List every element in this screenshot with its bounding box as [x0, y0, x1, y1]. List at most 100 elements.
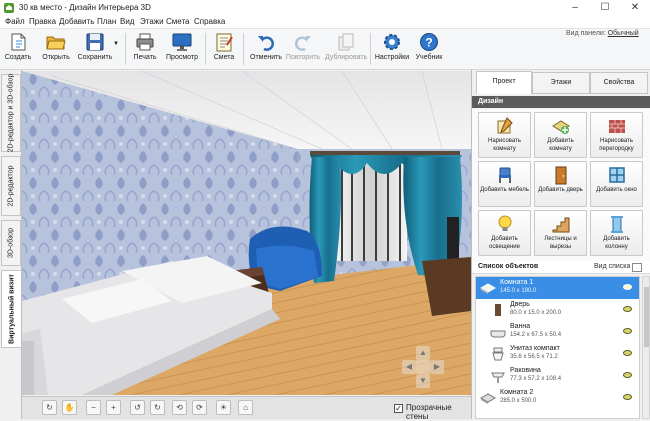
tab-project[interactable]: Проект — [476, 71, 532, 94]
folder-open-icon — [46, 36, 66, 50]
transparent-walls-checkbox[interactable]: ✓ — [394, 404, 403, 413]
tutorial-button[interactable]: ? Учебник — [412, 31, 446, 67]
3d-viewport[interactable] — [22, 71, 471, 395]
settings-label: Настройки — [374, 54, 410, 61]
pan-hand-icon[interactable]: ✋ — [62, 400, 77, 415]
visibility-eye-icon[interactable] — [623, 394, 632, 400]
save-button[interactable]: Сохранить — [76, 31, 114, 67]
add-window-button[interactable]: Добавить окно — [590, 161, 643, 207]
print-button[interactable]: Печать — [129, 31, 161, 67]
estimate-button[interactable]: Смета — [209, 31, 239, 67]
menu-floors[interactable]: Этажи — [140, 17, 164, 26]
duplicate-button[interactable]: Дублировать — [325, 31, 367, 67]
bathtub-icon — [490, 330, 506, 338]
draw-room-button[interactable]: Нарисовать комнату — [478, 112, 531, 158]
duplicate-label: Дублировать — [325, 54, 368, 61]
view-panel-value[interactable]: Обычный — [608, 30, 639, 37]
visibility-eye-icon[interactable] — [623, 350, 632, 356]
lightbulb-icon — [498, 215, 511, 231]
add-column-label: Добавить колонну — [603, 236, 630, 250]
tab-virtual-visit[interactable]: Виртуальный визит — [1, 270, 21, 348]
menu-file[interactable]: Файл — [5, 17, 25, 26]
add-room-icon — [551, 120, 570, 134]
object-list-scrollbar[interactable] — [642, 276, 650, 419]
menu-view[interactable]: Вид — [120, 17, 134, 26]
menu-help[interactable]: Справка — [194, 17, 225, 26]
visibility-eye-icon[interactable] — [623, 372, 632, 378]
orbit-right-icon[interactable]: ⟳ — [192, 400, 207, 415]
rotate-right-icon[interactable]: ↻ — [150, 400, 165, 415]
add-furniture-button[interactable]: Добавить мебель — [478, 161, 531, 207]
gear-icon — [384, 34, 400, 50]
maximize-button[interactable]: ☐ — [590, 0, 620, 16]
rotate-left-icon[interactable]: ↺ — [130, 400, 145, 415]
open-label: Открыть — [42, 54, 70, 61]
object-name: Комната 2 — [500, 389, 534, 396]
draw-room-icon — [497, 117, 513, 134]
menu-plan[interactable]: План — [97, 17, 116, 26]
rotate-360-icon[interactable]: ↻ — [42, 400, 57, 415]
settings-button[interactable]: Настройки — [374, 31, 410, 67]
open-button[interactable]: Открыть — [38, 31, 74, 67]
preview-label: Просмотр — [166, 54, 198, 61]
save-dropdown-arrow[interactable]: ▼ — [113, 31, 121, 67]
object-list[interactable]: Комната 1 145.0 x 190.0 Дверь 80.0 x 15.… — [475, 276, 640, 419]
tab-2d-3d[interactable]: 2D-редактор и 3D-обзор — [1, 74, 21, 152]
nav-left-arrow-icon[interactable]: ◀ — [402, 360, 416, 374]
add-window-label: Добавить окно — [596, 187, 637, 193]
visibility-eye-icon[interactable] — [623, 284, 632, 290]
object-dims: 285.0 x 500.0 — [500, 398, 537, 404]
minimize-button[interactable]: – — [560, 0, 590, 16]
add-door-button[interactable]: Добавить дверь — [534, 161, 587, 207]
home-view-icon[interactable]: ⌂ — [238, 400, 253, 415]
stairs-icon — [552, 217, 569, 233]
menu-estimate[interactable]: Смета — [166, 17, 189, 26]
tab-2d-3d-label: 2D-редактор и 3D-обзор — [7, 73, 15, 153]
list-item[interactable]: Комната 1 145.0 x 190.0 — [476, 277, 639, 299]
viewport-bottom-bar: ↻ ✋ − + ↺ ↻ ⟲ ⟳ ☀ ⌂ ✓ Прозрачные стены — [22, 396, 471, 421]
menu-add[interactable]: Добавить — [59, 17, 94, 26]
redo-label: Повторить — [285, 54, 321, 61]
list-item[interactable]: Дверь 80.0 x 15.0 x 200.0 — [476, 299, 639, 321]
redo-button[interactable]: Повторить — [285, 31, 321, 67]
list-item[interactable]: Ванна 154.2 x 67.5 x 50.4 — [476, 321, 639, 343]
orbit-left-icon[interactable]: ⟲ — [172, 400, 187, 415]
nav-right-arrow-icon[interactable]: ▶ — [430, 360, 444, 374]
draw-partition-button[interactable]: Нарисовать перегородку — [590, 112, 643, 158]
list-item[interactable]: Комната 2 285.0 x 500.0 — [476, 387, 639, 409]
zoom-in-icon[interactable]: + — [106, 400, 121, 415]
window-icon — [608, 167, 625, 183]
object-dims: 145.0 x 190.0 — [500, 288, 537, 294]
undo-button[interactable]: Отменить — [248, 31, 284, 67]
chair-icon — [498, 167, 511, 183]
close-button[interactable]: ✕ — [620, 0, 650, 16]
list-view-icon[interactable] — [632, 263, 642, 272]
stairs-cutouts-button[interactable]: Лестницы и вырезы — [534, 210, 587, 256]
scrollbar-thumb[interactable] — [644, 287, 649, 347]
list-item[interactable]: Раковина 77.3 x 57.2 x 108.4 — [476, 365, 639, 387]
list-item[interactable]: Унитаз компакт 35.6 x 56.5 x 71.2 — [476, 343, 639, 365]
nav-up-arrow-icon[interactable]: ▲ — [416, 346, 430, 360]
visibility-eye-icon[interactable] — [623, 328, 632, 334]
menu-edit[interactable]: Правка — [29, 17, 56, 26]
estimate-notepad-icon — [216, 33, 233, 52]
visibility-eye-icon[interactable] — [623, 306, 632, 312]
list-view-button[interactable]: Вид списка — [594, 263, 630, 270]
preview-button[interactable]: Просмотр — [164, 31, 200, 67]
tab-3d[interactable]: 3D-обзор — [1, 220, 21, 266]
design-buttons-grid: Нарисовать комнату Добавить комнату Нари… — [472, 109, 650, 261]
create-button[interactable]: Создать — [2, 31, 34, 67]
nav-down-arrow-icon[interactable]: ▼ — [416, 374, 430, 388]
lighting-bulb-icon[interactable]: ☀ — [216, 400, 231, 415]
tab-2d[interactable]: 2D-редактор — [1, 156, 21, 216]
print-label: Печать — [133, 54, 157, 61]
add-lighting-button[interactable]: Добавить освещение — [478, 210, 531, 256]
tab-virtual-visit-label: Виртуальный визит — [8, 274, 15, 344]
printer-icon — [136, 33, 154, 51]
tab-properties[interactable]: Свойства — [590, 72, 648, 94]
zoom-out-icon[interactable]: − — [86, 400, 101, 415]
tab-floors[interactable]: Этажи — [532, 72, 590, 94]
add-room-button[interactable]: Добавить комнату — [534, 112, 587, 158]
add-column-button[interactable]: Добавить колонну — [590, 210, 643, 256]
view-panel-selector[interactable]: Вид панели: Обычный — [566, 30, 639, 37]
